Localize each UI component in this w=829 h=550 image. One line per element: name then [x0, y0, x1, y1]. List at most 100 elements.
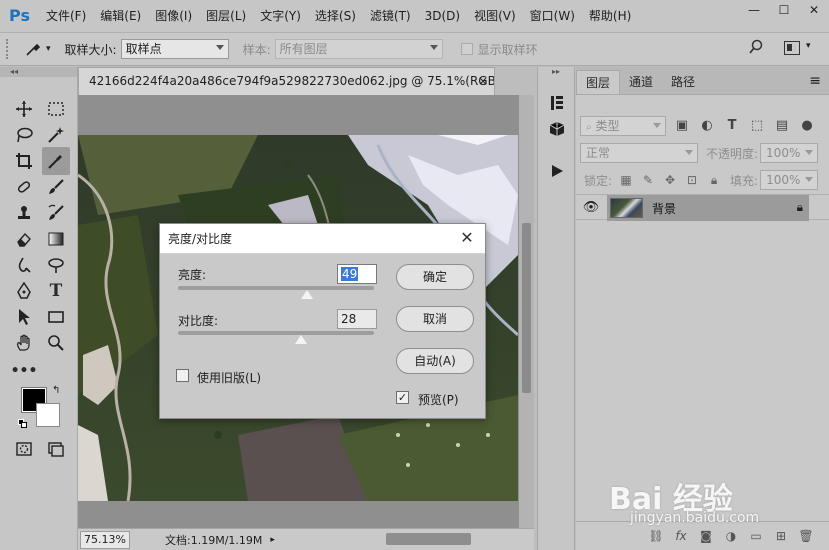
menu-help[interactable]: 帮助(H): [582, 0, 638, 32]
history-panel-icon[interactable]: [547, 93, 567, 113]
brightness-input[interactable]: 49: [337, 264, 377, 284]
contrast-slider-thumb[interactable]: [295, 335, 308, 344]
screen-mode-icon[interactable]: [44, 437, 68, 461]
preview-checkbox[interactable]: ✓: [396, 391, 409, 404]
toolbar-collapse-icon[interactable]: ◂◂: [0, 67, 77, 77]
close-window-button[interactable]: ✕: [799, 0, 829, 20]
menu-file[interactable]: 文件(F): [39, 0, 93, 32]
shape-filter-icon[interactable]: ⬚: [748, 117, 766, 135]
history-brush-tool-icon[interactable]: [44, 201, 68, 225]
dialog-close-icon[interactable]: ✕: [457, 228, 477, 248]
blend-mode-value: 正常: [586, 146, 611, 160]
menu-window[interactable]: 窗口(W): [523, 0, 582, 32]
chevron-down-icon[interactable]: ▾: [46, 44, 51, 54]
background-color-swatch[interactable]: [36, 403, 60, 427]
pixel-filter-icon[interactable]: ▣: [673, 117, 691, 135]
status-menu-icon[interactable]: ▸: [270, 535, 275, 545]
blur-tool-icon[interactable]: [12, 253, 36, 277]
tab-channels[interactable]: 通道: [620, 70, 662, 94]
swap-colors-icon[interactable]: ↰: [52, 385, 60, 396]
menu-3d[interactable]: 3D(D): [418, 0, 467, 32]
show-ring-checkbox[interactable]: [460, 43, 473, 55]
rectangle-tool-icon[interactable]: [44, 305, 68, 329]
adjustment-filter-icon[interactable]: ◐: [698, 117, 716, 135]
filter-toggle-icon[interactable]: ●: [798, 117, 816, 135]
workspace-icon[interactable]: [784, 41, 800, 55]
contrast-slider-track[interactable]: [178, 331, 374, 335]
lasso-tool-icon[interactable]: [12, 123, 36, 147]
close-document-icon[interactable]: ×: [478, 68, 488, 95]
eye-icon[interactable]: 👁︎: [576, 200, 606, 215]
minimize-button[interactable]: —: [739, 0, 769, 20]
crop-tool-icon[interactable]: [12, 149, 36, 173]
healing-brush-tool-icon[interactable]: [12, 175, 36, 199]
horizontal-scroll-thumb[interactable]: [386, 533, 471, 545]
lock-artboard-icon[interactable]: ⊡: [684, 172, 700, 188]
default-colors-icon[interactable]: [18, 419, 28, 429]
chevron-down-icon[interactable]: ▾: [806, 41, 811, 51]
menu-layer[interactable]: 图层(L): [199, 0, 253, 32]
3d-panel-icon[interactable]: [547, 119, 567, 139]
lock-all-icon[interactable]: 🔒︎: [706, 172, 722, 188]
pen-tool-icon[interactable]: [12, 279, 36, 303]
lock-transparent-icon[interactable]: ▦: [618, 172, 634, 188]
filter-type-select[interactable]: ⌕ 类型: [580, 116, 666, 136]
marquee-tool-icon[interactable]: [44, 97, 68, 121]
lock-position-icon[interactable]: ✥: [662, 172, 678, 188]
eyedropper-preset-icon[interactable]: [22, 38, 44, 60]
type-filter-icon[interactable]: T: [723, 117, 741, 135]
type-tool-icon[interactable]: T: [44, 279, 68, 303]
actions-panel-icon[interactable]: [547, 161, 567, 181]
zoom-tool-icon[interactable]: [44, 331, 68, 355]
eyedropper-tool-icon[interactable]: [42, 147, 70, 175]
clone-stamp-tool-icon[interactable]: [12, 201, 36, 225]
strip-collapse-icon[interactable]: ▸▸: [552, 67, 560, 76]
sample-size-select[interactable]: 取样点: [120, 39, 229, 59]
auto-button[interactable]: 自动(A): [396, 348, 474, 374]
contrast-input[interactable]: 28: [337, 309, 377, 329]
tab-layers[interactable]: 图层: [576, 70, 621, 94]
magic-wand-tool-icon[interactable]: [44, 123, 68, 147]
document-tab[interactable]: 42166d224f4a20a486ce794f9a529822730ed062…: [78, 67, 495, 95]
menu-view[interactable]: 视图(V): [467, 0, 523, 32]
menu-select[interactable]: 选择(S): [308, 0, 363, 32]
dodge-tool-icon[interactable]: [44, 253, 68, 277]
menu-edit[interactable]: 编辑(E): [93, 0, 148, 32]
sample-select[interactable]: 所有图层: [274, 39, 443, 59]
brush-tool-icon[interactable]: [44, 175, 68, 199]
panel-menu-icon[interactable]: ≡: [809, 73, 821, 89]
brightness-slider-thumb[interactable]: [301, 290, 314, 299]
lock-image-icon[interactable]: ✎: [640, 172, 656, 188]
legacy-label: 使用旧版(L): [197, 371, 262, 385]
vertical-scrollbar[interactable]: [519, 95, 534, 528]
layer-row[interactable]: 👁︎ 背景 🔒︎: [576, 194, 829, 221]
menu-filter[interactable]: 滤镜(T): [363, 0, 418, 32]
cancel-button[interactable]: 取消: [396, 306, 474, 332]
menu-image[interactable]: 图像(I): [148, 0, 199, 32]
path-selection-tool-icon[interactable]: [12, 305, 36, 329]
menu-type[interactable]: 文字(Y): [253, 0, 308, 32]
chevron-down-icon: [653, 123, 661, 128]
move-tool-icon[interactable]: [12, 97, 36, 121]
legacy-checkbox[interactable]: [176, 369, 189, 382]
fill-field[interactable]: 100%: [760, 170, 819, 190]
gradient-tool-icon[interactable]: [44, 227, 68, 251]
quick-mask-icon[interactable]: [12, 437, 36, 461]
eraser-tool-icon[interactable]: [12, 227, 36, 251]
search-icon[interactable]: [748, 39, 768, 59]
layer-item-background[interactable]: 背景 🔒︎: [607, 195, 809, 221]
ok-button[interactable]: 确定: [396, 264, 474, 290]
tab-paths[interactable]: 路径: [662, 70, 704, 94]
hand-tool-icon[interactable]: [12, 331, 36, 355]
status-bar: 75.13% 文档:1.19M/1.19M ▸: [78, 528, 534, 550]
maximize-button[interactable]: ☐: [769, 0, 799, 20]
smart-object-filter-icon[interactable]: ▤: [773, 117, 791, 135]
layer-filter-row: ⌕ 类型 ▣ ◐ T ⬚ ▤ ●: [580, 114, 825, 138]
brightness-slider-track[interactable]: [178, 286, 374, 290]
blend-mode-select[interactable]: 正常: [580, 143, 698, 163]
baidu-watermark: Bai 经验 jingyan.baidu.com: [609, 460, 809, 540]
opacity-field[interactable]: 100%: [760, 143, 819, 163]
zoom-field[interactable]: 75.13%: [80, 530, 130, 549]
more-tools-icon[interactable]: •••: [11, 359, 38, 383]
vertical-scroll-thumb[interactable]: [522, 223, 531, 393]
